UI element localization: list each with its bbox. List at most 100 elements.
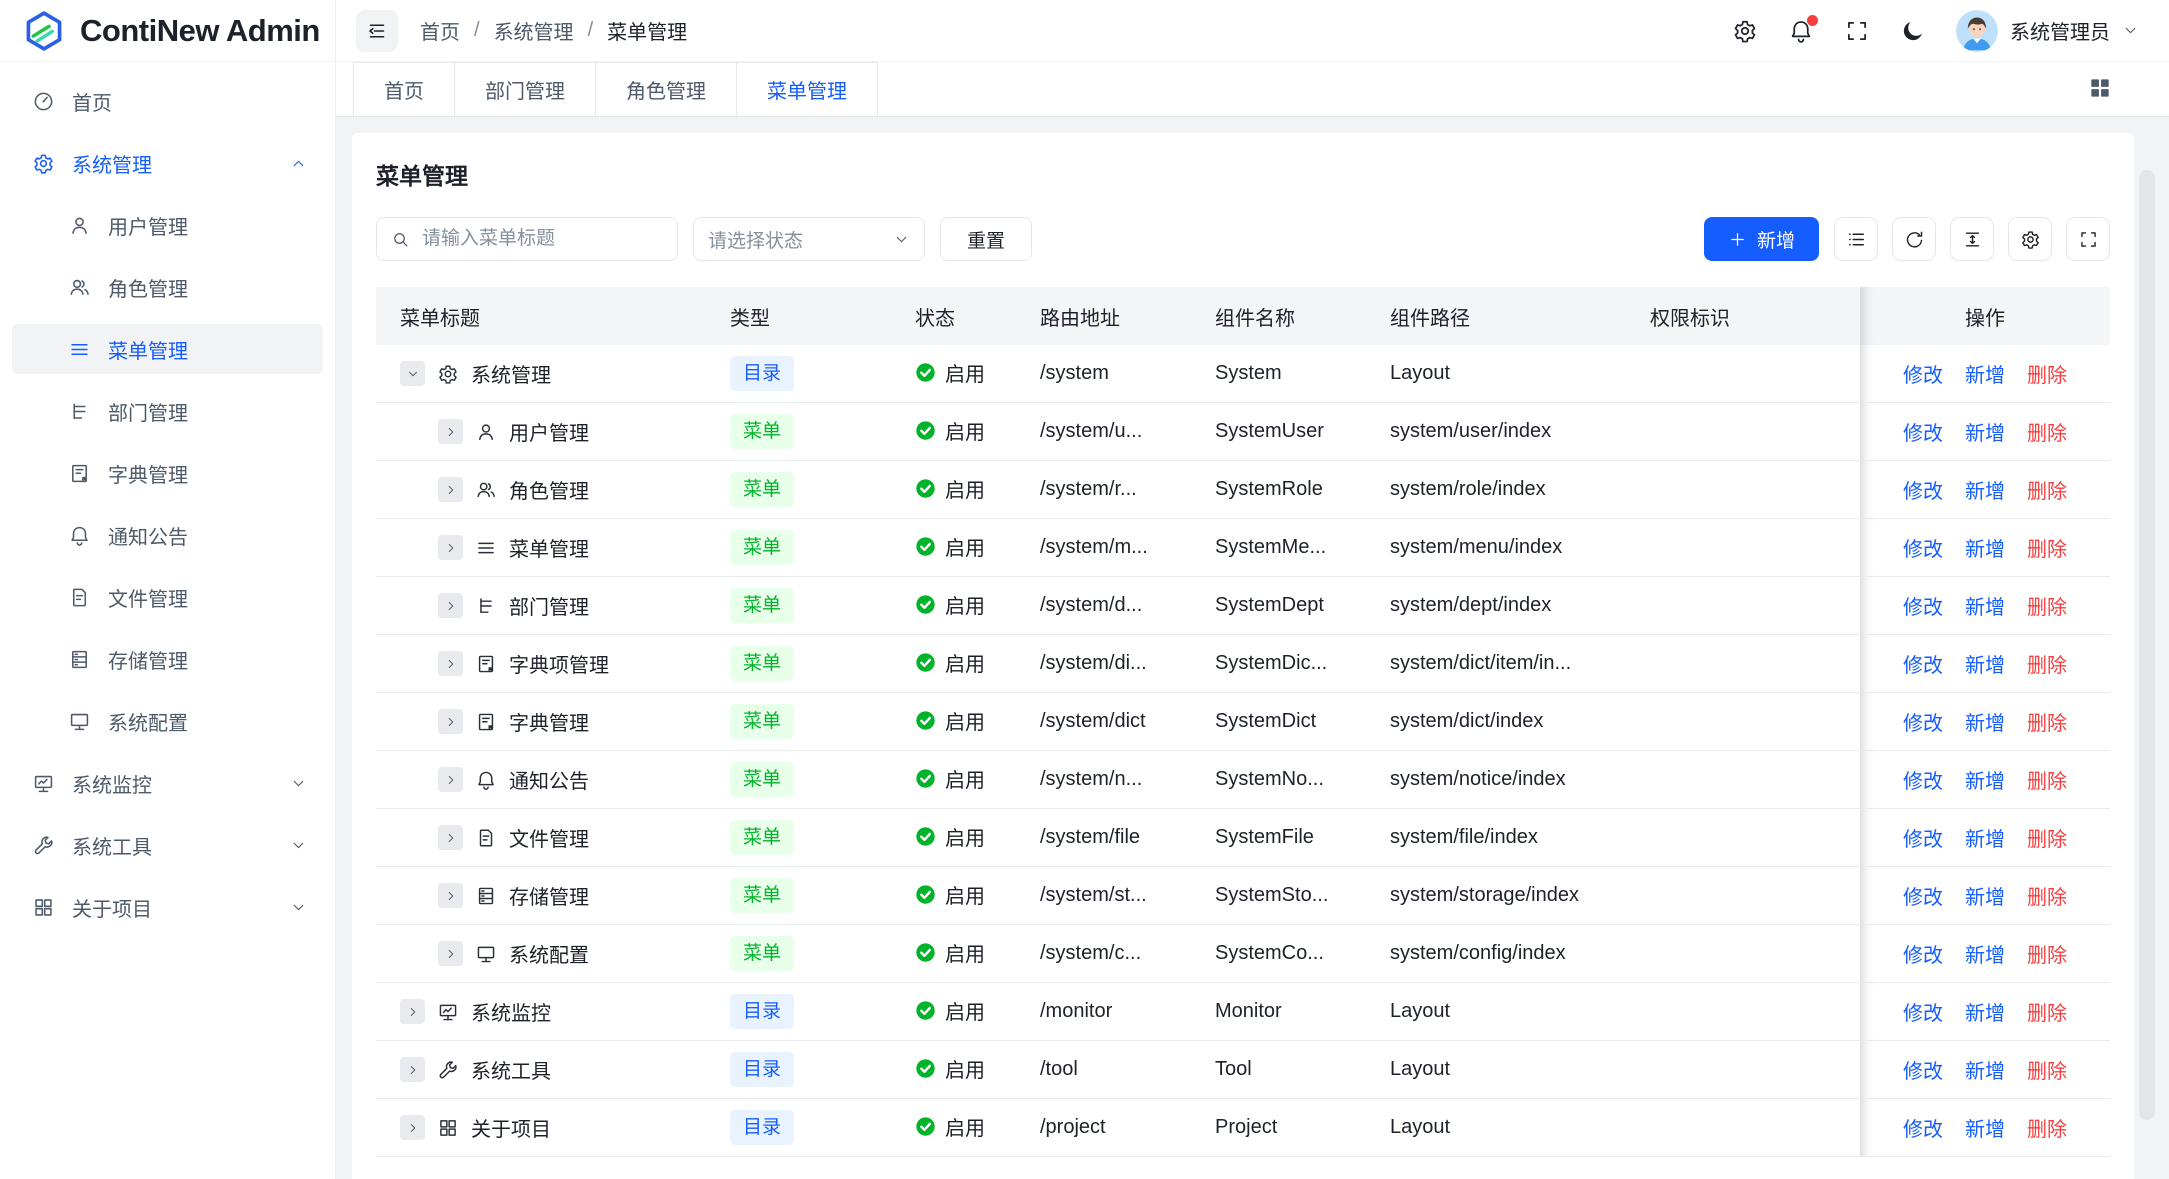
search-input[interactable]	[376, 217, 678, 261]
row-expand-button[interactable]	[438, 651, 463, 676]
sidebar-item-menu[interactable]: 菜单管理	[12, 324, 323, 374]
edit-link[interactable]: 修改	[1903, 423, 1943, 445]
delete-link[interactable]: 删除	[2027, 655, 2067, 677]
row-expand-button[interactable]	[438, 941, 463, 966]
add-link[interactable]: 新增	[1965, 771, 2005, 793]
add-button[interactable]: 新增	[1704, 217, 1819, 261]
add-link[interactable]: 新增	[1965, 1003, 2005, 1025]
row-expand-button[interactable]	[438, 709, 463, 734]
breadcrumb-item[interactable]: 菜单管理	[607, 16, 687, 45]
tab-dept[interactable]: 部门管理	[454, 62, 596, 116]
edit-link[interactable]: 修改	[1903, 713, 1943, 735]
menu-title-field[interactable]	[420, 227, 663, 251]
edit-link[interactable]: 修改	[1903, 481, 1943, 503]
row-expand-button[interactable]	[438, 477, 463, 502]
refresh-button[interactable]	[1892, 217, 1936, 261]
edit-link[interactable]: 修改	[1903, 945, 1943, 967]
row-expand-button[interactable]	[438, 535, 463, 560]
delete-link[interactable]: 删除	[2027, 771, 2067, 793]
bell-icon	[475, 769, 497, 791]
list-view-button[interactable]	[1834, 217, 1878, 261]
add-link[interactable]: 新增	[1965, 655, 2005, 677]
edit-link[interactable]: 修改	[1903, 597, 1943, 619]
row-expand-button[interactable]	[400, 999, 425, 1024]
row-expand-button[interactable]	[400, 1057, 425, 1082]
delete-link[interactable]: 删除	[2027, 597, 2067, 619]
delete-link[interactable]: 删除	[2027, 945, 2067, 967]
delete-link[interactable]: 删除	[2027, 887, 2067, 909]
breadcrumb-item[interactable]: 系统管理	[494, 16, 574, 45]
delete-link[interactable]: 删除	[2027, 365, 2067, 387]
sidebar-item-system[interactable]: 系统管理	[12, 138, 323, 188]
sidebar-item-about[interactable]: 关于项目	[12, 882, 323, 932]
sidebar-item-dept[interactable]: 部门管理	[12, 386, 323, 436]
edit-link[interactable]: 修改	[1903, 539, 1943, 561]
add-link[interactable]: 新增	[1965, 887, 2005, 909]
edit-link[interactable]: 修改	[1903, 771, 1943, 793]
wrench-icon	[437, 1059, 459, 1081]
delete-link[interactable]: 删除	[2027, 539, 2067, 561]
row-expand-button[interactable]	[438, 883, 463, 908]
delete-link[interactable]: 删除	[2027, 1003, 2067, 1025]
cell-route: /system/dict	[1016, 693, 1191, 751]
tab-home[interactable]: 首页	[353, 62, 455, 116]
row-expand-button[interactable]	[438, 419, 463, 444]
fullscreen-button[interactable]	[1844, 18, 1870, 44]
add-link[interactable]: 新增	[1965, 597, 2005, 619]
sidebar-item-dict[interactable]: 字典管理	[12, 448, 323, 498]
reset-button[interactable]: 重置	[940, 217, 1032, 261]
row-expand-button[interactable]	[400, 361, 425, 386]
sidebar-item-tool[interactable]: 系统工具	[12, 820, 323, 870]
edit-link[interactable]: 修改	[1903, 1119, 1943, 1141]
column-settings-button[interactable]	[2008, 217, 2052, 261]
sidebar-item-role[interactable]: 角色管理	[12, 262, 323, 312]
notification-button[interactable]	[1788, 18, 1814, 44]
status-select[interactable]: 请选择状态	[693, 217, 925, 261]
delete-link[interactable]: 删除	[2027, 713, 2067, 735]
add-link[interactable]: 新增	[1965, 829, 2005, 851]
add-link[interactable]: 新增	[1965, 539, 2005, 561]
scrollbar-thumb[interactable]	[2139, 170, 2155, 1120]
edit-link[interactable]: 修改	[1903, 1003, 1943, 1025]
edit-link[interactable]: 修改	[1903, 829, 1943, 851]
row-expand-button[interactable]	[438, 767, 463, 792]
row-expand-button[interactable]	[438, 825, 463, 850]
sidebar-item-file[interactable]: 文件管理	[12, 572, 323, 622]
add-link[interactable]: 新增	[1965, 945, 2005, 967]
row-expand-button[interactable]	[438, 593, 463, 618]
add-link[interactable]: 新增	[1965, 481, 2005, 503]
cog-icon	[2020, 229, 2041, 250]
tab-role[interactable]: 角色管理	[595, 62, 737, 116]
sidebar-item-notice[interactable]: 通知公告	[12, 510, 323, 560]
delete-link[interactable]: 删除	[2027, 1061, 2067, 1083]
delete-link[interactable]: 删除	[2027, 829, 2067, 851]
edit-link[interactable]: 修改	[1903, 887, 1943, 909]
add-link[interactable]: 新增	[1965, 423, 2005, 445]
add-link[interactable]: 新增	[1965, 365, 2005, 387]
delete-link[interactable]: 删除	[2027, 1119, 2067, 1141]
edit-link[interactable]: 修改	[1903, 365, 1943, 387]
file-icon	[475, 827, 497, 849]
add-link[interactable]: 新增	[1965, 713, 2005, 735]
tab-list-icon[interactable]	[2087, 75, 2113, 101]
sidebar-item-home[interactable]: 首页	[12, 76, 323, 126]
edit-link[interactable]: 修改	[1903, 1061, 1943, 1083]
delete-link[interactable]: 删除	[2027, 423, 2067, 445]
sidebar-item-user[interactable]: 用户管理	[12, 200, 323, 250]
sidebar-item-config[interactable]: 系统配置	[12, 696, 323, 746]
row-height-button[interactable]	[1950, 217, 1994, 261]
settings-button[interactable]	[1732, 18, 1758, 44]
tab-menu[interactable]: 菜单管理	[736, 62, 878, 116]
add-link[interactable]: 新增	[1965, 1119, 2005, 1141]
sidebar-item-storage[interactable]: 存储管理	[12, 634, 323, 684]
fullscreen-table-button[interactable]	[2066, 217, 2110, 261]
sidebar-item-monitor[interactable]: 系统监控	[12, 758, 323, 808]
dark-mode-button[interactable]	[1900, 18, 1926, 44]
add-link[interactable]: 新增	[1965, 1061, 2005, 1083]
user-menu[interactable]: 系统管理员	[1956, 10, 2139, 52]
row-expand-button[interactable]	[400, 1115, 425, 1140]
sidebar-collapse-button[interactable]	[356, 10, 398, 52]
breadcrumb-item[interactable]: 首页	[420, 16, 460, 45]
delete-link[interactable]: 删除	[2027, 481, 2067, 503]
edit-link[interactable]: 修改	[1903, 655, 1943, 677]
